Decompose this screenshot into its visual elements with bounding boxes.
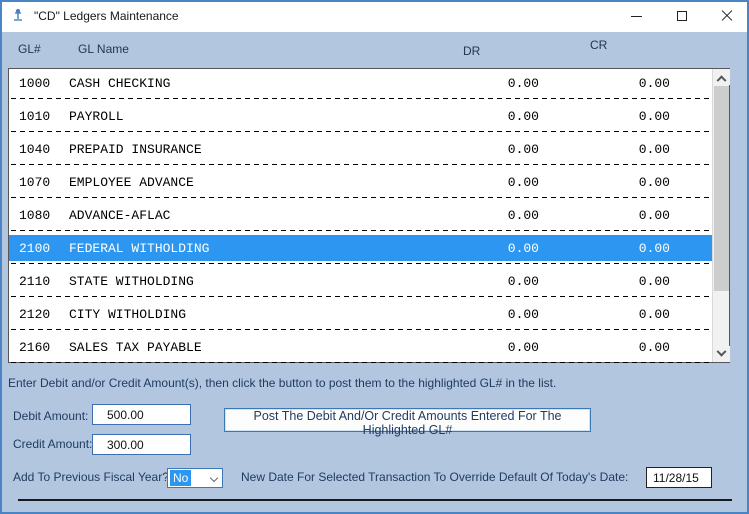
gl-list-rows: 1000 CASH CHECKING 0.00 0.00 1010 PAYROLL 0.00… <box>9 69 712 363</box>
column-header-name: GL Name <box>78 42 129 56</box>
gl-number-cell: 1070 <box>19 174 51 190</box>
table-row[interactable]: 2100 FEDERAL WITHOLDING 0.00 0.00 <box>9 235 712 267</box>
credit-amount-cell: 0.00 <box>638 240 670 256</box>
credit-amount-cell: 0.00 <box>638 108 670 124</box>
gl-number-cell: 1040 <box>19 141 51 157</box>
column-header-credit: CR <box>590 38 608 52</box>
gl-ledger-list: 1000 CASH CHECKING 0.00 0.00 1010 PAYROLL 0.00… <box>8 68 730 363</box>
debit-amount-cell: 0.00 <box>507 174 539 190</box>
post-amounts-button[interactable]: Post The Debit And/Or Credit Amounts Ent… <box>224 408 591 437</box>
minimize-icon <box>631 15 642 17</box>
close-icon <box>721 10 733 22</box>
table-row-line[interactable]: 1040 PREPAID INSURANCE 0.00 0.00 <box>9 136 712 162</box>
table-row[interactable]: 1070 EMPLOYEE ADVANCE 0.00 0.00 <box>9 169 712 201</box>
close-button[interactable] <box>704 0 749 32</box>
row-separator <box>11 230 710 231</box>
gl-name-cell: STATE WITHOLDING <box>69 273 194 289</box>
gl-name-cell: CASH CHECKING <box>69 75 171 91</box>
table-row-line[interactable]: 2120 CITY WITHOLDING 0.00 0.00 <box>9 301 712 327</box>
maximize-icon <box>676 11 687 21</box>
gl-name-cell: SALES TAX PAYABLE <box>69 339 202 355</box>
table-row[interactable]: 2120 CITY WITHOLDING 0.00 0.00 <box>9 301 712 333</box>
minimize-button[interactable] <box>614 0 659 32</box>
app-window: "CD" Ledgers Maintenance GL# GL Name DR … <box>0 0 749 514</box>
debit-amount-cell: 0.00 <box>507 207 539 223</box>
gl-name-cell: EMPLOYEE ADVANCE <box>69 174 194 190</box>
override-date-label: New Date For Selected Transaction To Ove… <box>241 470 629 484</box>
table-row[interactable]: 1000 CASH CHECKING 0.00 0.00 <box>9 70 712 102</box>
row-separator <box>11 164 710 165</box>
table-row-line[interactable]: 1010 PAYROLL 0.00 0.00 <box>9 103 712 129</box>
column-header-gl: GL# <box>18 42 41 56</box>
column-header-debit: DR <box>463 44 481 58</box>
table-row[interactable]: 2160 SALES TAX PAYABLE 0.00 0.00 <box>9 334 712 366</box>
debit-amount-cell: 0.00 <box>507 141 539 157</box>
credit-amount-cell: 0.00 <box>638 141 670 157</box>
table-row-line[interactable]: 2100 FEDERAL WITHOLDING 0.00 0.00 <box>9 235 712 261</box>
override-date-input[interactable] <box>646 467 712 488</box>
title-bar: "CD" Ledgers Maintenance <box>0 0 749 32</box>
table-row-line[interactable]: 1000 CASH CHECKING 0.00 0.00 <box>9 70 712 96</box>
gl-number-cell: 2100 <box>19 240 51 256</box>
window-title: "CD" Ledgers Maintenance <box>34 9 179 23</box>
instruction-text: Enter Debit and/or Credit Amount(s), the… <box>8 376 557 390</box>
gl-number-cell: 2110 <box>19 273 51 289</box>
gl-number-cell: 1000 <box>19 75 51 91</box>
gl-name-cell: PAYROLL <box>69 108 124 124</box>
credit-amount-cell: 0.00 <box>638 306 670 322</box>
table-row-line[interactable]: 1070 EMPLOYEE ADVANCE 0.00 0.00 <box>9 169 712 195</box>
row-separator <box>11 98 710 99</box>
debit-amount-cell: 0.00 <box>507 339 539 355</box>
table-row[interactable]: 1080 ADVANCE-AFLAC 0.00 0.00 <box>9 202 712 234</box>
debit-amount-input[interactable] <box>92 404 191 425</box>
credit-amount-cell: 0.00 <box>638 207 670 223</box>
gl-number-cell: 1010 <box>19 108 51 124</box>
chevron-up-icon <box>716 74 727 85</box>
row-separator <box>11 296 710 297</box>
gl-name-cell: ADVANCE-AFLAC <box>69 207 171 223</box>
row-separator <box>11 329 710 330</box>
debit-amount-label: Debit Amount: <box>13 409 89 423</box>
debit-amount-cell: 0.00 <box>507 75 539 91</box>
bottom-divider-line <box>18 499 732 501</box>
fiscal-year-label: Add To Previous Fiscal Year? <box>13 470 169 484</box>
scroll-down-button[interactable] <box>713 346 730 362</box>
table-row[interactable]: 1040 PREPAID INSURANCE 0.00 0.00 <box>9 136 712 168</box>
maximize-button[interactable] <box>659 0 704 32</box>
fiscal-year-selected-value: No <box>170 470 192 486</box>
debit-amount-cell: 0.00 <box>507 108 539 124</box>
credit-amount-input[interactable] <box>92 434 191 455</box>
vertical-scrollbar[interactable] <box>712 69 730 362</box>
table-row-line[interactable]: 1080 ADVANCE-AFLAC 0.00 0.00 <box>9 202 712 228</box>
credit-amount-cell: 0.00 <box>638 273 670 289</box>
credit-amount-cell: 0.00 <box>638 174 670 190</box>
table-row-line[interactable]: 2110 STATE WITHOLDING 0.00 0.00 <box>9 268 712 294</box>
debit-amount-cell: 0.00 <box>507 240 539 256</box>
chevron-down-icon <box>716 346 727 357</box>
row-separator <box>11 197 710 198</box>
fiscal-year-dropdown[interactable]: No <box>167 468 223 488</box>
gl-name-cell: PREPAID INSURANCE <box>69 141 202 157</box>
credit-amount-cell: 0.00 <box>638 339 670 355</box>
gl-name-cell: FEDERAL WITHOLDING <box>69 240 210 256</box>
app-icon <box>14 8 22 21</box>
row-separator <box>11 131 710 132</box>
debit-amount-cell: 0.00 <box>507 306 539 322</box>
credit-amount-cell: 0.00 <box>638 75 670 91</box>
gl-number-cell: 2120 <box>19 306 51 322</box>
debit-amount-cell: 0.00 <box>507 273 539 289</box>
row-separator <box>11 263 710 264</box>
table-row[interactable]: 1010 PAYROLL 0.00 0.00 <box>9 103 712 135</box>
gl-number-cell: 2160 <box>19 339 51 355</box>
credit-amount-label: Credit Amount: <box>13 437 93 451</box>
gl-name-cell: CITY WITHOLDING <box>69 306 187 322</box>
dropdown-chevron-icon <box>209 473 219 483</box>
table-row[interactable]: 2110 STATE WITHOLDING 0.00 0.00 <box>9 268 712 300</box>
gl-number-cell: 1080 <box>19 207 51 223</box>
scroll-up-button[interactable] <box>713 69 730 85</box>
table-row-line[interactable]: 2160 SALES TAX PAYABLE 0.00 0.00 <box>9 334 712 360</box>
scrollbar-thumb[interactable] <box>714 86 729 291</box>
row-separator <box>11 362 710 363</box>
window-controls <box>614 0 749 32</box>
